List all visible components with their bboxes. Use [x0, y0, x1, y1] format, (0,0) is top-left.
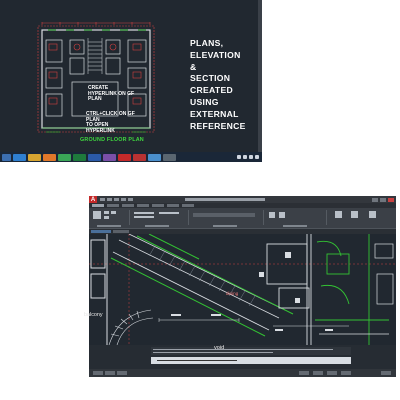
osnap-toggle-icon[interactable] [341, 371, 351, 375]
tab-output[interactable] [182, 204, 194, 207]
tab-view[interactable] [152, 204, 164, 207]
bottom-screenshot: A [89, 196, 396, 377]
ortho-toggle-icon[interactable] [327, 371, 337, 375]
polyline-icon[interactable] [104, 211, 109, 214]
tab-annotate[interactable] [122, 204, 134, 207]
autocad-title-bar: A [89, 196, 396, 203]
utilities-icon[interactable] [369, 211, 376, 218]
drawing-canvas[interactable]: CREATE HYPERLINK ON GF PLAN CTRL+CLICK O… [0, 0, 258, 152]
tab-parametric[interactable] [137, 204, 149, 207]
snap-toggle-icon[interactable] [313, 371, 323, 375]
vertical-scrollbar[interactable] [258, 0, 262, 152]
windows-taskbar [0, 152, 262, 162]
excel-icon[interactable] [73, 153, 86, 161]
pdf-icon[interactable] [133, 153, 146, 161]
command-history [151, 347, 351, 355]
new-tab-button[interactable] [113, 230, 129, 233]
move-icon[interactable] [134, 212, 154, 214]
command-line[interactable] [89, 345, 396, 369]
properties-icon[interactable] [351, 211, 358, 218]
dimension-icon[interactable] [279, 212, 285, 218]
insert-block-icon[interactable] [335, 211, 342, 218]
panel-caption [145, 225, 169, 227]
close-icon[interactable] [388, 197, 394, 202]
maximize-icon[interactable] [380, 197, 386, 202]
window-controls[interactable] [372, 197, 394, 202]
line-tool-icon[interactable] [93, 211, 101, 219]
layer-dropdown[interactable] [193, 213, 255, 217]
system-tray[interactable] [237, 155, 259, 159]
room-label-balcony: balcony [84, 312, 103, 318]
rotate-icon[interactable] [159, 212, 179, 214]
app-icon[interactable] [148, 153, 161, 161]
text-icon[interactable] [269, 212, 275, 218]
app-icon[interactable] [103, 153, 116, 161]
overlay-title: PLANS, ELEVATION & SECTION CREATED USING… [190, 38, 246, 131]
tab-manage[interactable] [167, 204, 179, 207]
media-icon[interactable] [43, 153, 56, 161]
autocad-logo-icon[interactable]: A [89, 196, 97, 203]
window-title [185, 198, 265, 201]
ie-icon[interactable] [13, 153, 26, 161]
autocad-icon[interactable] [118, 153, 131, 161]
panel-caption [213, 225, 237, 227]
quick-access-toolbar[interactable] [100, 198, 133, 201]
minimize-icon[interactable] [372, 197, 378, 202]
start-icon[interactable] [2, 153, 11, 161]
file-tab-active[interactable] [91, 230, 111, 233]
panel-caption [283, 225, 307, 227]
app-icon[interactable] [163, 153, 176, 161]
chrome-icon[interactable] [58, 153, 71, 161]
room-label-void: void [214, 345, 225, 351]
grid-toggle-icon[interactable] [299, 371, 309, 375]
top-screenshot: CREATE HYPERLINK ON GF PLAN CTRL+CLICK O… [0, 0, 262, 162]
explorer-icon[interactable] [28, 153, 41, 161]
command-input[interactable] [151, 357, 351, 364]
model-tab[interactable] [93, 371, 103, 375]
customize-icon[interactable] [381, 371, 391, 375]
ribbon-panel [89, 208, 396, 229]
word-icon[interactable] [88, 153, 101, 161]
ground-floor-plan-caption: GROUND FLOOR PLAN [80, 137, 144, 143]
room-label-dining: dining [226, 291, 239, 296]
arc-icon[interactable] [104, 216, 109, 219]
status-bar [89, 369, 396, 377]
create-hyperlink-note: CREATE HYPERLINK ON GF PLAN [88, 85, 135, 103]
layout-tab[interactable] [105, 371, 115, 375]
tab-insert[interactable] [107, 204, 119, 207]
floor-plan-detail-drawing[interactable] [89, 234, 396, 345]
copy-icon[interactable] [134, 216, 154, 218]
drawing-canvas[interactable] [89, 234, 396, 345]
circle-icon[interactable] [111, 211, 116, 214]
ctrl-click-note: CTRL+CLICK ON GF PLAN TO OPEN HYPERLINK [86, 111, 135, 134]
panel-caption [97, 225, 121, 227]
tab-home[interactable] [92, 204, 104, 207]
layout-tab[interactable] [117, 371, 127, 375]
